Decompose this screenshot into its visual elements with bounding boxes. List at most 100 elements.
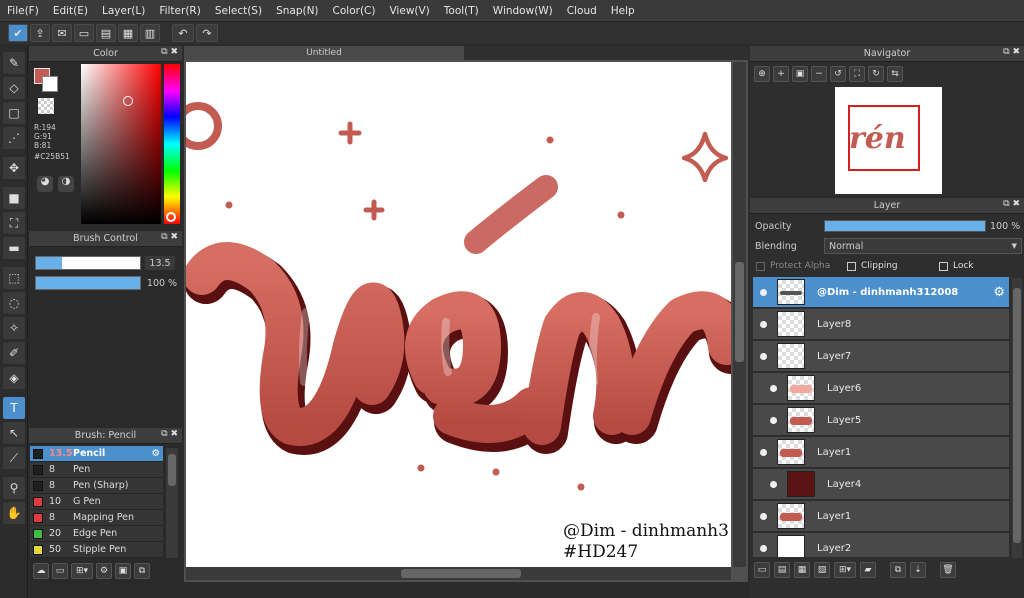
layer-row[interactable]: @Dim - dinhmanh312008 ⚙ bbox=[753, 277, 1009, 308]
visibility-eye-icon[interactable] bbox=[757, 446, 769, 458]
panel-controls-icon[interactable]: ⧉ ✖ bbox=[161, 232, 178, 242]
layer-row[interactable]: Layer1 bbox=[753, 437, 1009, 468]
brush-item[interactable]: 8 Mapping Pen bbox=[30, 510, 163, 526]
brush-tool-icon[interactable]: ✎ bbox=[3, 52, 25, 74]
visibility-eye-icon[interactable] bbox=[757, 542, 769, 554]
menu-window[interactable]: Window(W) bbox=[486, 5, 560, 17]
hand-tool-icon[interactable]: ✋ bbox=[3, 502, 25, 524]
navigator-preview[interactable]: rén bbox=[835, 87, 942, 194]
layer-row[interactable]: Layer8 bbox=[753, 309, 1009, 340]
new-halftone-layer-icon[interactable]: ▦ bbox=[794, 562, 810, 578]
layer-row[interactable]: Layer4 bbox=[753, 469, 1009, 500]
menu-view[interactable]: View(V) bbox=[382, 5, 436, 17]
eraser-tool-icon[interactable]: ◇ bbox=[3, 77, 25, 99]
eyedropper-icon[interactable]: ⚲ bbox=[3, 477, 25, 499]
rotate-right-icon[interactable]: ↻ bbox=[868, 66, 884, 82]
zoom-in-icon[interactable]: + bbox=[773, 66, 789, 82]
visibility-eye-icon[interactable] bbox=[757, 510, 769, 522]
menu-color[interactable]: Color(C) bbox=[326, 5, 383, 17]
rotate-left-icon[interactable]: ↺ bbox=[830, 66, 846, 82]
brush-item[interactable]: 50 Stipple Pen bbox=[30, 542, 163, 558]
layer-folder-settings-icon[interactable]: ▧ bbox=[814, 562, 830, 578]
layer-settings-gear-icon[interactable]: ⚙ bbox=[993, 285, 1005, 300]
comment-icon[interactable]: ✉ bbox=[52, 24, 72, 42]
brush-size-value[interactable]: 13.5 bbox=[145, 256, 175, 270]
new-layer-icon[interactable]: ▭ bbox=[754, 562, 770, 578]
color-history-icon[interactable]: ◑ bbox=[58, 176, 74, 192]
duplicate-layer-icon[interactable]: ⧉ bbox=[890, 562, 906, 578]
folder-icon[interactable]: ▰ bbox=[860, 562, 876, 578]
transparent-color-swatch[interactable] bbox=[38, 98, 54, 114]
flip-icon[interactable]: ⇆ bbox=[887, 66, 903, 82]
hue-slider-handle[interactable] bbox=[166, 212, 176, 222]
menu-file[interactable]: File(F) bbox=[0, 5, 46, 17]
brush-item[interactable]: 13.5 Pencil ⚙ bbox=[30, 446, 163, 462]
brush-list-scrollbar[interactable] bbox=[166, 448, 178, 558]
visibility-eye-icon[interactable] bbox=[757, 318, 769, 330]
grid-icon[interactable]: ▥ bbox=[140, 24, 160, 42]
layer-row[interactable]: Layer7 bbox=[753, 341, 1009, 372]
menu-help[interactable]: Help bbox=[604, 5, 642, 17]
divide-tool-icon[interactable]: ⟋ bbox=[3, 447, 25, 469]
text-tool-icon[interactable]: T bbox=[3, 397, 25, 419]
brush-item[interactable]: 20 Edge Pen bbox=[30, 526, 163, 542]
zoom-out-icon[interactable]: − bbox=[811, 66, 827, 82]
menu-tool[interactable]: Tool(T) bbox=[437, 5, 486, 17]
delete-layer-icon[interactable]: 🗑 bbox=[940, 562, 956, 578]
menu-cloud[interactable]: Cloud bbox=[560, 5, 604, 17]
message-icon[interactable]: ▭ bbox=[74, 24, 94, 42]
brush-copy-icon[interactable]: ⧉ bbox=[134, 563, 150, 579]
merge-layer-icon[interactable]: ⇣ bbox=[910, 562, 926, 578]
panel-controls-icon[interactable]: ⧉ ✖ bbox=[161, 429, 178, 439]
material-icon[interactable]: ▦ bbox=[118, 24, 138, 42]
visibility-eye-icon[interactable] bbox=[767, 382, 779, 394]
brush-cloud-icon[interactable]: ☁ bbox=[33, 563, 49, 579]
dot-tool-icon[interactable]: ⋰ bbox=[3, 127, 25, 149]
layer-opacity-slider[interactable] bbox=[824, 220, 986, 232]
canvas-horizontal-scrollbar[interactable] bbox=[186, 567, 731, 580]
visibility-eye-icon[interactable] bbox=[767, 478, 779, 490]
brush-settings-gear-icon[interactable]: ⚙ bbox=[151, 448, 160, 459]
menu-snap[interactable]: Snap(N) bbox=[269, 5, 325, 17]
undo-icon[interactable]: ↶ bbox=[172, 24, 194, 42]
redo-icon[interactable]: ↷ bbox=[196, 24, 218, 42]
layer-row[interactable]: Layer5 bbox=[753, 405, 1009, 436]
document-icon[interactable]: ▤ bbox=[96, 24, 116, 42]
menu-select[interactable]: Select(S) bbox=[208, 5, 269, 17]
hue-slider[interactable] bbox=[164, 64, 180, 224]
brush-size-slider[interactable] bbox=[35, 256, 141, 270]
protect-alpha-checkbox[interactable] bbox=[756, 261, 765, 271]
panel-controls-icon[interactable]: ⧉ ✖ bbox=[161, 47, 178, 57]
visibility-eye-icon[interactable] bbox=[757, 286, 769, 298]
layer-list-scroll-thumb[interactable] bbox=[1013, 288, 1021, 543]
brush-item[interactable]: 10 G Pen bbox=[30, 494, 163, 510]
select-rect-icon[interactable]: ⬚ bbox=[3, 267, 25, 289]
palette-icon[interactable]: ◕ bbox=[37, 176, 53, 192]
select-eraser-icon[interactable]: ◈ bbox=[3, 367, 25, 389]
brush-list-scroll-thumb[interactable] bbox=[168, 454, 176, 486]
saturation-value-picker[interactable] bbox=[81, 64, 161, 224]
operation-tool-icon[interactable]: ↖ bbox=[3, 422, 25, 444]
select-pen-icon[interactable]: ✐ bbox=[3, 342, 25, 364]
magic-wand-icon[interactable]: ✧ bbox=[3, 317, 25, 339]
canvas-vertical-scrollbar[interactable] bbox=[733, 62, 746, 567]
brush-opacity-slider[interactable] bbox=[35, 276, 141, 290]
visibility-eye-icon[interactable] bbox=[757, 350, 769, 362]
move-tool-icon[interactable]: ✥ bbox=[3, 157, 25, 179]
layer-row[interactable]: Layer2 bbox=[753, 533, 1009, 557]
bucket-tool-icon[interactable]: ⛶ bbox=[3, 212, 25, 234]
lock-checkbox[interactable] bbox=[939, 261, 948, 271]
color-picker-cursor[interactable] bbox=[123, 96, 133, 106]
canvas-tab[interactable]: Untitled bbox=[184, 46, 464, 60]
panel-controls-icon[interactable]: ⧉ ✖ bbox=[1003, 47, 1020, 57]
blending-select[interactable]: Normal ▼ bbox=[824, 238, 1022, 254]
add-layer-dropdown-icon[interactable]: ⊞▾ bbox=[834, 562, 856, 578]
menu-filter[interactable]: Filter(R) bbox=[152, 5, 208, 17]
lasso-icon[interactable]: ◌ bbox=[3, 292, 25, 314]
shape-tool-icon[interactable]: □ bbox=[3, 102, 25, 124]
zoom-icon[interactable]: ⊕ bbox=[754, 66, 770, 82]
add-brush-icon[interactable]: ⊞▾ bbox=[71, 563, 93, 579]
background-color-swatch[interactable] bbox=[42, 76, 58, 92]
brush-item[interactable]: 8 Pen (Sharp) bbox=[30, 478, 163, 494]
canvas-horizontal-scroll-thumb[interactable] bbox=[401, 569, 521, 578]
